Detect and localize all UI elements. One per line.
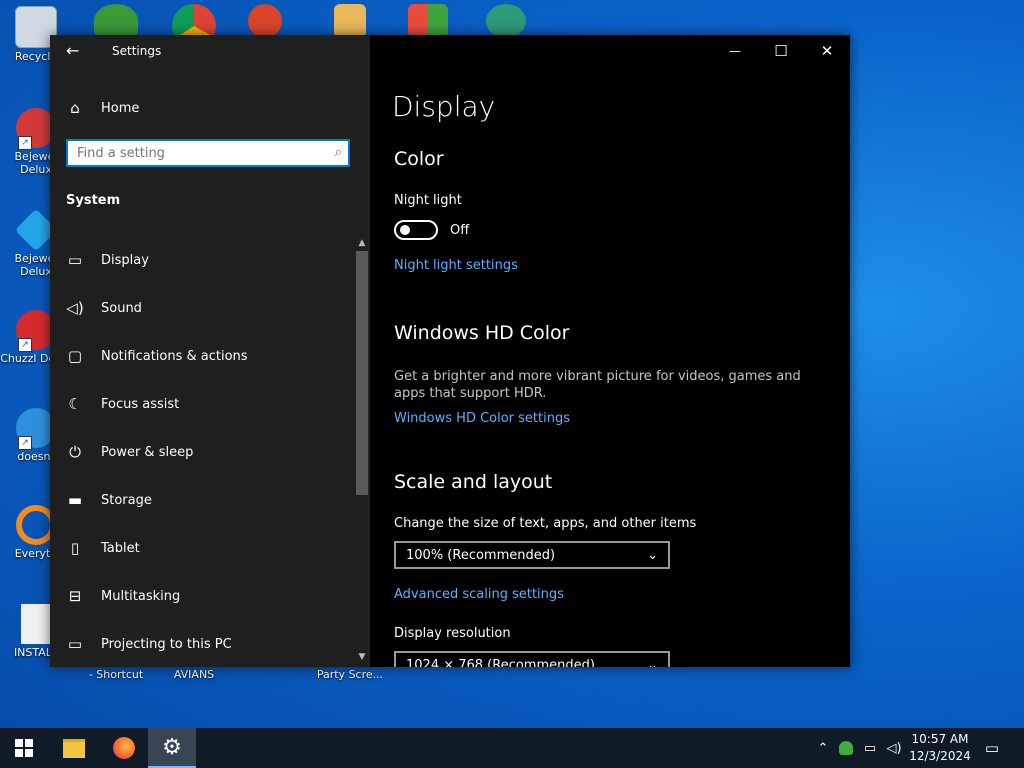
character-icon[interactable] bbox=[486, 4, 526, 38]
clock-date: 12/3/2024 bbox=[909, 749, 971, 763]
people-icon[interactable] bbox=[94, 4, 138, 38]
p-app-icon[interactable] bbox=[248, 4, 282, 38]
sidebar-item-label: Projecting to this PC bbox=[101, 636, 232, 652]
show-hidden-icons-button[interactable]: ⌃ bbox=[814, 728, 832, 768]
maximize-button[interactable]: ☐ bbox=[758, 35, 804, 67]
moon-icon: ☾ bbox=[68, 395, 82, 413]
scroll-down-icon[interactable]: ▼ bbox=[356, 651, 368, 663]
folder-icon bbox=[63, 738, 85, 758]
nav-home[interactable]: ⌂ Home bbox=[50, 88, 350, 128]
home-icon: ⌂ bbox=[70, 99, 80, 117]
sidebar-item-label: Multitasking bbox=[101, 588, 181, 604]
storage-icon: ▬ bbox=[67, 491, 83, 509]
monitor-icon: ▭ bbox=[67, 251, 83, 269]
search-box[interactable]: ⌕ bbox=[66, 139, 350, 167]
sidebar-item-label: Notifications & actions bbox=[101, 348, 248, 364]
action-center-icon[interactable]: ▭ bbox=[980, 728, 1004, 768]
sidebar-item-multitasking[interactable]: ⊟ Multitasking bbox=[50, 576, 350, 616]
scale-dropdown-value: 100% (Recommended) bbox=[406, 547, 556, 563]
sidebar-item-display[interactable]: ▭ Display bbox=[50, 240, 350, 280]
search-input[interactable] bbox=[68, 141, 317, 165]
multitasking-icon: ⊟ bbox=[68, 587, 82, 605]
page-title: Display bbox=[392, 90, 496, 123]
search-icon[interactable]: ⌕ bbox=[335, 145, 342, 160]
shortcut-arrow-icon: ↗ bbox=[18, 338, 32, 352]
gear-icon: ⚙ bbox=[162, 734, 182, 760]
sidebar-item-tablet[interactable]: ▯ Tablet bbox=[50, 528, 350, 568]
windows-flag-icon[interactable] bbox=[408, 4, 448, 38]
chevron-down-icon: ⌄ bbox=[647, 547, 658, 563]
projecting-icon: ▭ bbox=[67, 635, 83, 653]
clock-time: 10:57 AM bbox=[911, 732, 969, 746]
sidebar-item-notifications[interactable]: ▢ Notifications & actions bbox=[50, 336, 350, 376]
network-icon[interactable]: ▭ bbox=[860, 728, 880, 768]
advanced-scaling-link[interactable]: Advanced scaling settings bbox=[394, 587, 564, 602]
nav-home-label: Home bbox=[101, 100, 140, 116]
hd-color-description: Get a brighter and more vibrant picture … bbox=[394, 369, 801, 401]
sidebar-item-label: Sound bbox=[101, 300, 142, 316]
document-icon bbox=[21, 604, 51, 644]
settings-main-pane: — ☐ ✕ Display Color Night light Off Nigh… bbox=[370, 35, 850, 667]
sidebar-item-label: Storage bbox=[101, 492, 152, 508]
close-button[interactable]: ✕ bbox=[804, 35, 850, 67]
power-icon: ⏻ bbox=[69, 443, 81, 461]
scrollbar-thumb[interactable] bbox=[356, 251, 368, 495]
scroll-up-icon[interactable]: ▲ bbox=[356, 237, 368, 249]
resolution-dropdown[interactable]: 1024 × 768 (Recommended) ⌄ bbox=[394, 651, 670, 667]
sidebar-item-focus-assist[interactable]: ☾ Focus assist bbox=[50, 384, 350, 424]
shortcut-arrow-icon: ↗ bbox=[18, 436, 32, 450]
sidebar-section-title: System bbox=[66, 193, 121, 208]
taskbar-clock[interactable]: 10:57 AM 12/3/2024 bbox=[905, 731, 975, 765]
sidebar-item-projecting[interactable]: ▭ Projecting to this PC bbox=[50, 624, 350, 664]
sidebar-scrollbar[interactable]: ▲ ▼ bbox=[355, 237, 369, 667]
chevron-down-icon: ⌄ bbox=[647, 657, 658, 668]
sidebar-item-power-sleep[interactable]: ⏻ Power & sleep bbox=[50, 432, 350, 472]
sidebar-item-label: Display bbox=[101, 252, 149, 268]
night-light-toggle[interactable] bbox=[394, 220, 438, 240]
start-button[interactable] bbox=[0, 728, 48, 768]
desktop-icon-label-avians[interactable]: AVIANS bbox=[158, 668, 230, 681]
night-light-state: Off bbox=[450, 223, 470, 238]
file-explorer-button[interactable] bbox=[50, 728, 98, 768]
firefox-button[interactable] bbox=[100, 728, 148, 768]
taskbar: ⚙ ⌃ ▭ ◁) 10:57 AM 12/3/2024 ▭ bbox=[0, 728, 1024, 768]
resolution-label: Display resolution bbox=[394, 626, 511, 641]
desktop-icon-label-party[interactable]: Party Scre... bbox=[314, 668, 386, 681]
scale-dropdown[interactable]: 100% (Recommended) ⌄ bbox=[394, 541, 670, 569]
sidebar-item-sound[interactable]: ◁) Sound bbox=[50, 288, 350, 328]
toggle-knob bbox=[400, 225, 410, 235]
settings-sidebar: ← Settings ⌂ Home ⌕ System ▭ Display ◁) … bbox=[50, 35, 370, 667]
windows-logo-icon bbox=[15, 739, 33, 757]
hd-color-heading: Windows HD Color bbox=[394, 322, 570, 344]
back-arrow-icon[interactable]: ← bbox=[66, 41, 79, 60]
volume-icon[interactable]: ◁) bbox=[884, 728, 904, 768]
sidebar-item-storage[interactable]: ▬ Storage bbox=[50, 480, 350, 520]
green-person-icon bbox=[839, 741, 853, 755]
settings-window: ← Settings ⌂ Home ⌕ System ▭ Display ◁) … bbox=[50, 35, 850, 667]
desktop-icon-label-shortcut[interactable]: - Shortcut bbox=[80, 668, 152, 681]
notification-icon: ▢ bbox=[67, 347, 83, 365]
sidebar-item-label: Tablet bbox=[101, 540, 140, 556]
window-title: Settings bbox=[112, 44, 162, 58]
night-light-settings-link[interactable]: Night light settings bbox=[394, 258, 518, 273]
sidebar-item-label: Power & sleep bbox=[101, 444, 194, 460]
hd-color-settings-link[interactable]: Windows HD Color settings bbox=[394, 411, 570, 426]
shortcut-arrow-icon: ↗ bbox=[18, 136, 32, 150]
minimize-button[interactable]: — bbox=[712, 35, 758, 67]
resolution-dropdown-value: 1024 × 768 (Recommended) bbox=[406, 657, 595, 668]
sidebar-item-label: Focus assist bbox=[101, 396, 180, 412]
night-light-label: Night light bbox=[394, 193, 462, 208]
text-size-label: Change the size of text, apps, and other… bbox=[394, 516, 697, 531]
speaker-icon: ◁) bbox=[66, 299, 84, 317]
firefox-icon bbox=[113, 737, 135, 759]
settings-taskbar-button[interactable]: ⚙ bbox=[148, 728, 196, 768]
color-heading: Color bbox=[394, 148, 444, 170]
tablet-icon: ▯ bbox=[70, 539, 80, 557]
scale-layout-heading: Scale and layout bbox=[394, 471, 553, 493]
book-icon[interactable] bbox=[334, 4, 366, 38]
tray-app-icon[interactable] bbox=[836, 728, 856, 768]
